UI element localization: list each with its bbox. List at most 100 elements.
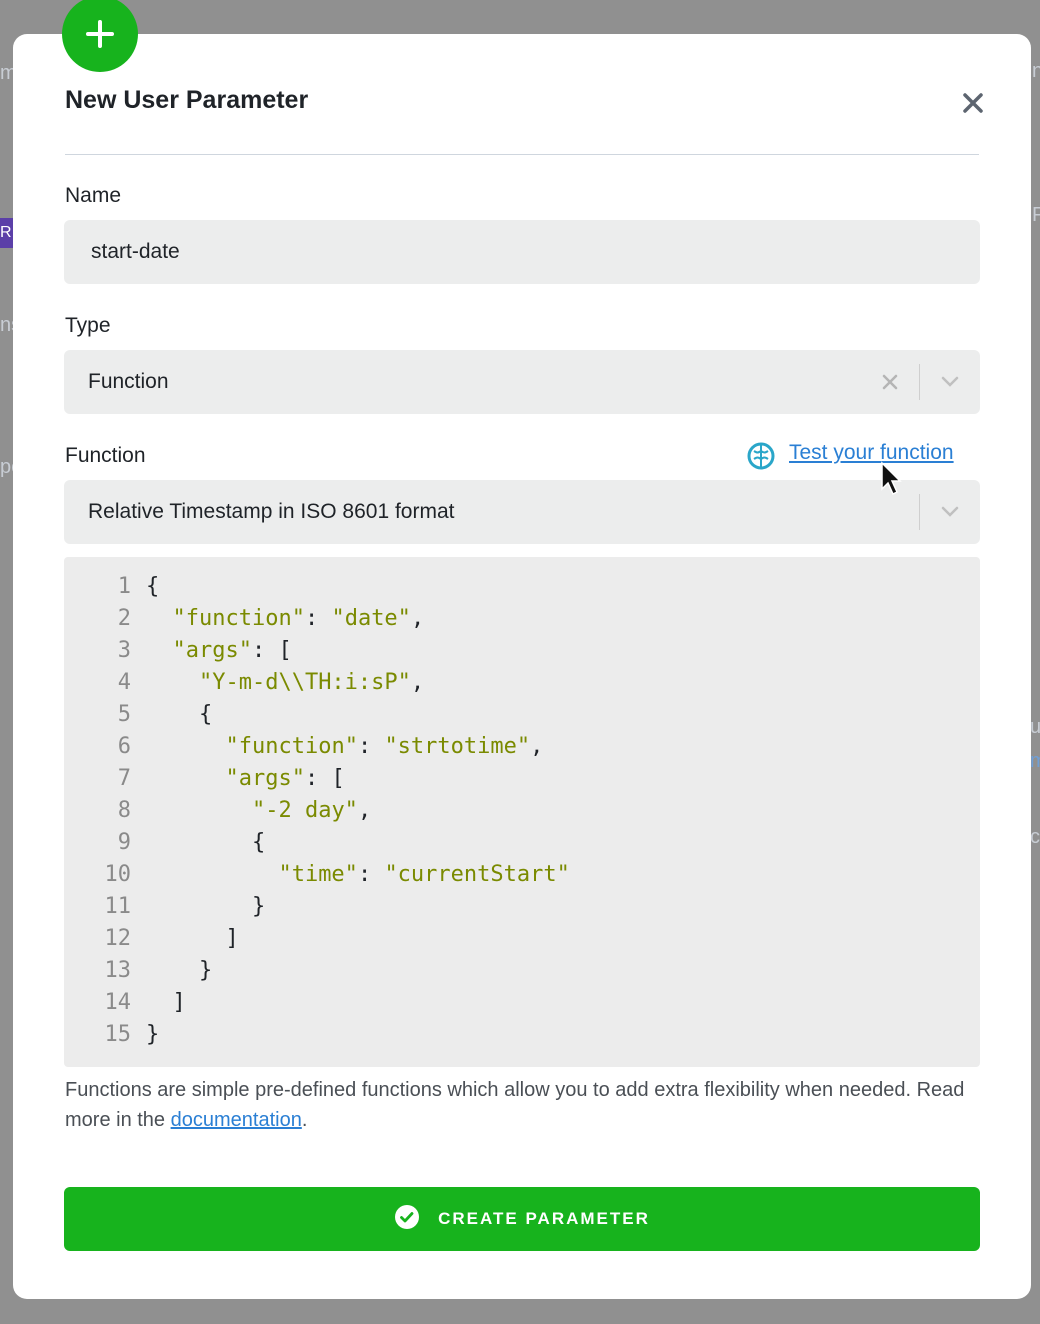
code-line: 4 "Y-m-d\\TH:i:sP",	[64, 667, 424, 699]
code-punct-token: ,	[410, 606, 425, 631]
code-punct-token: ,	[530, 734, 544, 759]
line-number: 5	[117, 702, 131, 727]
code-line: 9 {	[64, 827, 265, 859]
check-circle-icon	[394, 1204, 420, 1235]
code-text: {	[131, 702, 212, 727]
name-input[interactable]: start-date	[64, 220, 980, 284]
line-number: 11	[104, 894, 132, 919]
code-punct-token: }	[146, 1022, 160, 1047]
code-text: {	[131, 574, 159, 599]
code-punct-token: ,	[357, 798, 372, 823]
line-number: 10	[104, 862, 132, 887]
code-string-token: "function"	[172, 606, 305, 631]
bg-badge: R	[0, 218, 13, 248]
line-number: 7	[117, 766, 131, 791]
bg-text-fragment: m	[1030, 750, 1040, 772]
code-punct-token: :	[357, 862, 385, 887]
code-string-token: "strtotime"	[384, 734, 531, 759]
line-number: 3	[117, 638, 131, 663]
bg-text-fragment: ce	[1030, 826, 1040, 848]
create-parameter-button[interactable]: CREATE PARAMETER	[64, 1187, 980, 1251]
code-string-token: "time"	[278, 862, 358, 887]
code-text: ]	[131, 990, 186, 1015]
code-text: "Y-m-d\\TH:i:sP",	[131, 670, 424, 695]
code-punct-token: :	[304, 606, 332, 631]
code-line: 13 }	[64, 955, 213, 987]
code-punct-token: }	[198, 958, 213, 983]
code-line: 10 "time": "currentStart"	[64, 859, 570, 891]
name-input-value: start-date	[91, 240, 180, 263]
line-number: 1	[117, 574, 131, 599]
test-function-link[interactable]: Test your function	[789, 441, 954, 465]
bg-text-fragment: P	[1032, 204, 1040, 226]
code-string-token: "date"	[331, 606, 411, 631]
help-text: Functions are simple pre-defined functio…	[65, 1075, 965, 1135]
code-line: 7 "args": [	[64, 763, 345, 795]
code-text: "args": [	[131, 638, 292, 663]
code-line: 2 "function": "date",	[64, 603, 424, 635]
documentation-link[interactable]: documentation	[171, 1109, 302, 1131]
code-punct-token: ]	[172, 990, 186, 1015]
name-label: Name	[65, 184, 122, 207]
close-icon[interactable]	[960, 90, 986, 116]
chevron-down-icon[interactable]	[940, 374, 960, 393]
line-number: 15	[104, 1022, 132, 1047]
code-line: 15}	[64, 1019, 160, 1051]
code-string-token: "args"	[172, 638, 252, 663]
code-text: }	[131, 958, 212, 983]
code-punct-token: : [	[251, 638, 292, 663]
code-punct-token: {	[251, 830, 266, 855]
bg-text-fragment: ns	[1032, 60, 1040, 82]
code-text: }	[131, 1022, 159, 1047]
select-separator	[919, 364, 920, 400]
select-separator	[919, 494, 920, 530]
line-number: 14	[104, 990, 132, 1015]
code-punct-token: }	[251, 894, 266, 919]
code-string-token: "currentStart"	[384, 862, 570, 887]
code-punct-token: :	[357, 734, 385, 759]
code-punct-token: ,	[410, 670, 425, 695]
chevron-down-icon[interactable]	[940, 504, 960, 523]
function-select[interactable]: Relative Timestamp in ISO 8601 format	[64, 480, 980, 544]
code-line: 8 "-2 day",	[64, 795, 371, 827]
code-string-token: "-2 day"	[251, 798, 358, 823]
type-select[interactable]: Function	[64, 350, 980, 414]
code-text: "function": "date",	[131, 606, 425, 631]
code-text: "time": "currentStart"	[131, 862, 570, 887]
line-number: 12	[104, 926, 132, 951]
bg-text-fragment: ue	[1030, 716, 1040, 738]
line-number: 2	[117, 606, 131, 631]
type-select-value: Function	[88, 370, 169, 393]
help-text-end: .	[301, 1109, 308, 1131]
code-string-token: "Y-m-d\\TH:i:sP"	[198, 670, 411, 695]
code-line: 1{	[64, 571, 160, 603]
mouse-cursor-icon	[880, 461, 904, 502]
code-line: 12 ]	[64, 923, 239, 955]
code-line: 14 ]	[64, 987, 186, 1019]
code-text: "args": [	[131, 766, 345, 791]
code-line: 5 {	[64, 699, 212, 731]
code-line: 11 }	[64, 891, 266, 923]
code-string-token: "function"	[225, 734, 358, 759]
line-number: 6	[117, 734, 131, 759]
function-label: Function	[65, 444, 146, 467]
code-punct-token: : [	[304, 766, 345, 791]
function-code-editor[interactable]: 1{2 "function": "date", 3 "args": [4 "Y-m…	[64, 557, 980, 1067]
code-punct-token: ]	[225, 926, 239, 951]
code-punct-token: {	[198, 702, 213, 727]
line-number: 8	[117, 798, 131, 823]
clear-icon[interactable]	[881, 373, 899, 396]
code-text: }	[131, 894, 265, 919]
create-parameter-label: CREATE PARAMETER	[438, 1209, 650, 1228]
function-select-value: Relative Timestamp in ISO 8601 format	[88, 500, 455, 523]
code-text: "-2 day",	[131, 798, 371, 823]
code-line: 6 "function": "strtotime",	[64, 731, 544, 763]
line-number: 4	[117, 670, 131, 695]
code-string-token: "args"	[225, 766, 305, 791]
code-text: "function": "strtotime",	[131, 734, 543, 759]
modal-title: New User Parameter	[65, 86, 309, 114]
header-divider	[65, 154, 979, 155]
code-line: 3 "args": [	[64, 635, 292, 667]
brain-icon	[746, 441, 776, 476]
code-text: {	[131, 830, 265, 855]
